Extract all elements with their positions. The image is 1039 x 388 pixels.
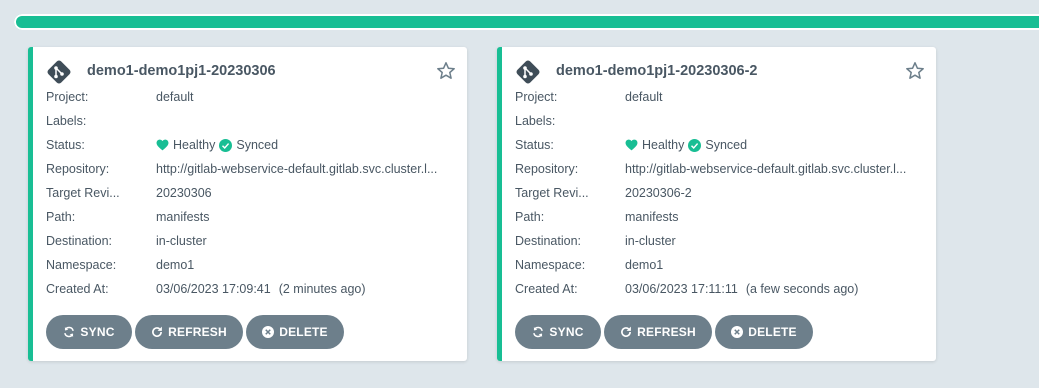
- target-revision-label: Target Revi...: [46, 186, 120, 200]
- app-name[interactable]: demo1-demo1pj1-20230306: [87, 63, 276, 79]
- repository-value[interactable]: http://gitlab-webservice-default.gitlab.…: [156, 159, 456, 179]
- refresh-button[interactable]: REFRESH: [135, 315, 243, 349]
- git-icon: [516, 60, 540, 84]
- project-value: default: [625, 90, 663, 104]
- destination-value: in-cluster: [625, 234, 676, 248]
- app-name[interactable]: demo1-demo1pj1-20230306-2: [556, 63, 758, 79]
- target-revision-label: Target Revi...: [515, 186, 589, 200]
- path-row: Path: manifests: [515, 207, 925, 231]
- project-row: Project: default: [515, 87, 925, 111]
- repository-label: Repository:: [515, 162, 579, 176]
- check-circle-icon: [688, 138, 702, 152]
- target-revision-value: 20230306-2: [625, 186, 692, 200]
- star-icon[interactable]: [436, 61, 456, 81]
- refresh-icon: [152, 326, 163, 337]
- created-at-row: Created At: 03/06/2023 17:09:41 (2 minute…: [46, 279, 456, 303]
- created-at-value: 03/06/2023 17:09:41 (2 minutes ago): [156, 279, 456, 299]
- delete-button[interactable]: DELETE: [715, 315, 813, 349]
- card-header: demo1-demo1pj1-20230306: [46, 59, 456, 85]
- repository-value[interactable]: http://gitlab-webservice-default.gitlab.…: [625, 159, 925, 179]
- namespace-row: Namespace: demo1: [46, 255, 456, 279]
- close-circle-icon: [262, 326, 275, 338]
- namespace-label: Namespace:: [46, 258, 117, 272]
- path-value: manifests: [156, 210, 210, 224]
- application-card[interactable]: demo1-demo1pj1-20230306-2 Project: defau…: [497, 47, 936, 361]
- delete-button[interactable]: DELETE: [246, 315, 344, 349]
- path-row: Path: manifests: [46, 207, 456, 231]
- check-circle-icon: [219, 138, 233, 152]
- created-at-row: Created At: 03/06/2023 17:11:11 (a few se…: [515, 279, 925, 303]
- refresh-button-label: REFRESH: [168, 325, 227, 339]
- destination-row: Destination: in-cluster: [46, 231, 456, 255]
- project-label: Project:: [46, 90, 89, 104]
- heart-icon: [625, 139, 638, 151]
- destination-value: in-cluster: [156, 234, 207, 248]
- refresh-icon: [621, 326, 632, 337]
- destination-label: Destination:: [515, 234, 582, 248]
- status-row: Status: Healthy Synced: [515, 135, 925, 159]
- heart-icon: [156, 139, 169, 151]
- namespace-value: demo1: [156, 258, 195, 272]
- git-icon: [47, 60, 71, 84]
- close-circle-icon: [731, 326, 744, 338]
- project-label: Project:: [515, 90, 558, 104]
- created-at-relative: (2 minutes ago): [278, 282, 366, 296]
- created-at-relative: (a few seconds ago): [745, 282, 859, 296]
- app-details: Project: default Labels: Status: Healthy…: [46, 87, 456, 303]
- labels-label: Labels:: [515, 114, 556, 128]
- status-label: Status:: [46, 138, 85, 152]
- created-at-label: Created At:: [46, 282, 109, 296]
- namespace-row: Namespace: demo1: [515, 255, 925, 279]
- created-at-time: 03/06/2023 17:11:11: [625, 282, 738, 296]
- target-revision-value: 20230306: [156, 186, 212, 200]
- health-status: Healthy: [642, 138, 685, 152]
- sync-icon: [64, 326, 75, 338]
- target-revision-row: Target Revi... 20230306-2: [515, 183, 925, 207]
- sync-icon: [533, 326, 544, 338]
- repository-label: Repository:: [46, 162, 110, 176]
- destination-row: Destination: in-cluster: [515, 231, 925, 255]
- refresh-button[interactable]: REFRESH: [604, 315, 712, 349]
- repository-row: Repository: http://gitlab-webservice-def…: [46, 159, 456, 183]
- status-row: Status: Healthy Synced: [46, 135, 456, 159]
- labels-label: Labels:: [46, 114, 87, 128]
- created-at-value: 03/06/2023 17:11:11 (a few seconds ago): [625, 279, 925, 299]
- path-label: Path:: [46, 210, 76, 224]
- sync-button[interactable]: SYNC: [46, 315, 132, 349]
- namespace-value: demo1: [625, 258, 664, 272]
- created-at-time: 03/06/2023 17:09:41: [156, 282, 271, 296]
- sync-button-label: SYNC: [80, 325, 115, 339]
- created-at-label: Created At:: [515, 282, 578, 296]
- labels-row: Labels:: [515, 111, 925, 135]
- project-value: default: [156, 90, 194, 104]
- sync-button[interactable]: SYNC: [515, 315, 601, 349]
- namespace-label: Namespace:: [515, 258, 586, 272]
- path-value: manifests: [625, 210, 679, 224]
- destination-label: Destination:: [46, 234, 113, 248]
- card-header: demo1-demo1pj1-20230306-2: [515, 59, 925, 85]
- app-details: Project: default Labels: Status: Healthy…: [515, 87, 925, 303]
- repository-row: Repository: http://gitlab-webservice-def…: [515, 159, 925, 183]
- status-value: Healthy Synced: [625, 135, 925, 157]
- health-status: Healthy: [173, 138, 216, 152]
- labels-row: Labels:: [46, 111, 456, 135]
- path-label: Path:: [515, 210, 545, 224]
- sync-button-label: SYNC: [549, 325, 584, 339]
- star-icon[interactable]: [905, 61, 925, 81]
- delete-button-label: DELETE: [279, 325, 328, 339]
- status-value: Healthy Synced: [156, 135, 456, 157]
- target-revision-row: Target Revi... 20230306: [46, 183, 456, 207]
- progress-bar: [14, 14, 1039, 30]
- project-row: Project: default: [46, 87, 456, 111]
- status-label: Status:: [515, 138, 554, 152]
- sync-status: Synced: [705, 138, 748, 152]
- sync-status: Synced: [236, 138, 279, 152]
- refresh-button-label: REFRESH: [637, 325, 696, 339]
- delete-button-label: DELETE: [748, 325, 797, 339]
- application-card[interactable]: demo1-demo1pj1-20230306 Project: default…: [28, 47, 467, 361]
